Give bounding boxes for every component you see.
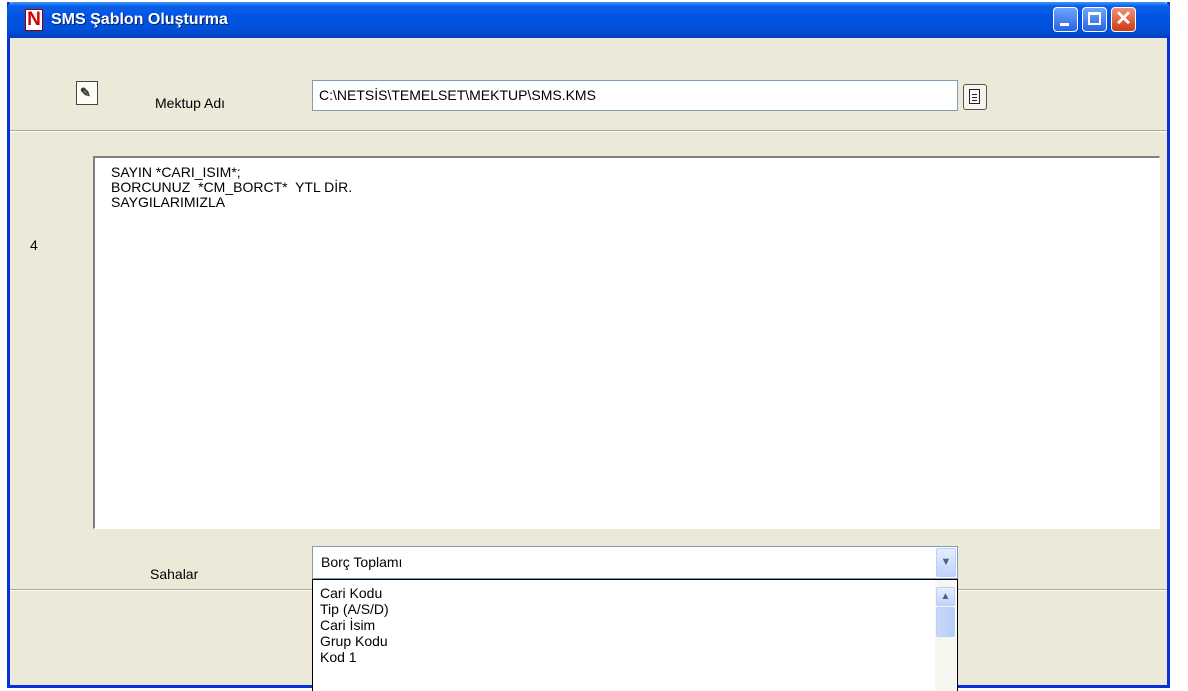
fields-dropdown-list: Cari Kodu Tip (A/S/D) Cari İsim Grup Kod… <box>312 579 958 691</box>
line-number-indicator: 4 <box>30 237 38 253</box>
sms-text-editor[interactable]: SAYIN *CARI_ISIM*; BORCUNUZ *CM_BORCT* Y… <box>93 156 1160 529</box>
dropdown-option[interactable]: Kod 1 <box>320 649 357 665</box>
dropdown-button[interactable]: ▼ <box>936 548 956 577</box>
header-divider <box>10 130 1167 132</box>
close-button[interactable]: ✕ <box>1111 7 1136 32</box>
dropdown-scrollbar[interactable]: ▲ <box>935 580 956 691</box>
app-icon: N <box>25 9 43 31</box>
fields-combobox[interactable]: Borç Toplamı ▼ <box>312 546 958 579</box>
title-bar[interactable]: N SMS Şablon Oluşturma ✕ <box>7 2 1170 38</box>
window-title: SMS Şablon Oluşturma <box>51 11 228 28</box>
mektup-adi-label: Mektup Adı <box>155 95 226 111</box>
maximize-button[interactable] <box>1082 7 1107 32</box>
close-icon: ✕ <box>1115 8 1132 30</box>
editor-line: SAYGILARIMIZLA <box>111 194 226 210</box>
dropdown-option[interactable]: Tip (A/S/D) <box>320 601 389 617</box>
scroll-thumb[interactable] <box>936 607 955 637</box>
sms-template-window: N SMS Şablon Oluşturma ✕ ✎ Mektup Adı C:… <box>7 2 1170 691</box>
edit-document-button[interactable]: ✎ <box>76 81 98 105</box>
dropdown-option[interactable]: Cari İsim <box>320 617 375 633</box>
editor-line: SAYIN *CARI_ISIM*; <box>111 164 241 180</box>
minimize-icon <box>1060 23 1069 26</box>
sahalar-label: Sahalar <box>150 566 199 582</box>
document-icon <box>969 89 980 104</box>
edit-document-icon: ✎ <box>80 85 91 100</box>
combobox-selected-value: Borç Toplamı <box>321 554 403 570</box>
maximize-icon <box>1088 12 1101 25</box>
browse-file-button[interactable] <box>963 84 987 110</box>
minimize-button[interactable] <box>1053 7 1078 32</box>
chevron-up-icon: ▲ <box>940 591 951 602</box>
editor-line: BORCUNUZ *CM_BORCT* YTL DİR. <box>111 179 353 195</box>
scroll-up-button[interactable]: ▲ <box>936 587 955 606</box>
mektup-path-input[interactable]: C:\NETSİS\TEMELSET\MEKTUP\SMS.KMS <box>312 80 958 111</box>
dropdown-option[interactable]: Cari Kodu <box>320 585 382 601</box>
chevron-down-icon: ▼ <box>940 556 952 568</box>
dropdown-option[interactable]: Grup Kodu <box>320 633 388 649</box>
